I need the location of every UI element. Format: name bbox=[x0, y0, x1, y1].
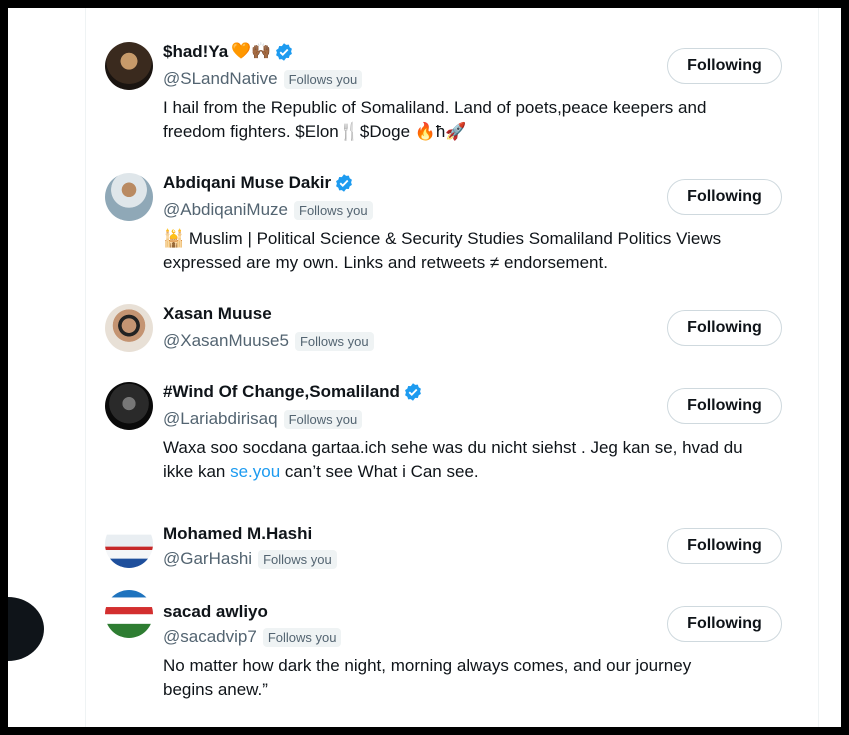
column-border-right bbox=[818, 8, 819, 727]
follows-you-badge: Follows you bbox=[294, 200, 373, 220]
avatar[interactable] bbox=[105, 382, 153, 430]
verified-badge-icon[interactable] bbox=[334, 173, 354, 193]
user-cell[interactable]: $had!Ya 🧡🙌🏾 @SLandNative Follows you I h… bbox=[86, 8, 818, 148]
following-button[interactable]: Following bbox=[667, 606, 782, 642]
follows-you-badge: Follows you bbox=[283, 409, 363, 429]
avatar[interactable] bbox=[105, 520, 153, 568]
user-handle[interactable]: @Lariabdirisaq bbox=[163, 409, 278, 429]
user-bio: Waxa soo socdana gartaa.ich sehe was du … bbox=[163, 436, 788, 484]
following-button[interactable]: Following bbox=[667, 310, 782, 346]
bio-line: begins anew.” bbox=[163, 680, 268, 699]
handle-line: @sacadvip7 Follows you bbox=[163, 627, 342, 647]
user-handle[interactable]: @AbdiqaniMuze bbox=[163, 200, 288, 220]
follows-you-badge: Follows you bbox=[262, 627, 342, 647]
avatar[interactable] bbox=[105, 590, 153, 638]
bio-text: ikke kan bbox=[163, 462, 231, 481]
user-name-line[interactable]: Abdiqani Muse Dakir bbox=[163, 173, 354, 193]
following-button[interactable]: Following bbox=[667, 388, 782, 424]
following-button[interactable]: Following bbox=[667, 179, 782, 215]
handle-line: @Lariabdirisaq Follows you bbox=[163, 409, 363, 429]
user-name[interactable]: Mohamed M.Hashi bbox=[163, 524, 312, 544]
bio-line: ikke kan se.you can’t see What i Can see… bbox=[163, 460, 788, 484]
follows-you-badge: Follows you bbox=[283, 69, 363, 89]
handle-line: @AbdiqaniMuze Follows you bbox=[163, 200, 373, 220]
bio-line: No matter how dark the night, morning al… bbox=[163, 656, 692, 675]
bio-line: expressed are my own. Links and retweets… bbox=[163, 253, 608, 272]
bio-link[interactable]: se.you bbox=[230, 462, 280, 481]
user-name-line[interactable]: #Wind Of Change,Somaliland bbox=[163, 382, 423, 402]
verified-badge-icon[interactable] bbox=[403, 382, 423, 402]
handle-line: @XasanMuuse5 Follows you bbox=[163, 331, 374, 351]
avatar[interactable] bbox=[105, 304, 153, 352]
floating-action-button[interactable] bbox=[8, 597, 44, 661]
avatar[interactable] bbox=[105, 42, 153, 90]
user-bio: No matter how dark the night, morning al… bbox=[163, 654, 753, 702]
bio-line: 🕌 Muslim | Political Science & Security … bbox=[163, 229, 722, 248]
user-name-line[interactable]: Mohamed M.Hashi bbox=[163, 524, 312, 544]
handle-line: @SLandNative Follows you bbox=[163, 69, 363, 89]
follow-list-panel: $had!Ya 🧡🙌🏾 @SLandNative Follows you I h… bbox=[8, 8, 841, 727]
user-name[interactable]: Abdiqani Muse Dakir bbox=[163, 173, 331, 193]
user-cell[interactable]: Abdiqani Muse Dakir @AbdiqaniMuze Follow… bbox=[86, 148, 818, 279]
user-cell[interactable]: #Wind Of Change,Somaliland @Lariabdirisa… bbox=[86, 357, 818, 487]
verified-badge-icon[interactable] bbox=[274, 42, 294, 62]
user-handle[interactable]: @sacadvip7 bbox=[163, 627, 257, 647]
user-name-line[interactable]: $had!Ya 🧡🙌🏾 bbox=[163, 42, 294, 62]
user-cell[interactable]: Xasan Muuse @XasanMuuse5 Follows you Fol… bbox=[86, 279, 818, 357]
user-name-line[interactable]: Xasan Muuse bbox=[163, 304, 272, 324]
follows-you-badge: Follows you bbox=[294, 331, 374, 351]
user-bio: I hail from the Republic of Somaliland. … bbox=[163, 96, 723, 144]
name-emoji: 🧡🙌🏾 bbox=[231, 43, 272, 60]
user-handle[interactable]: @XasanMuuse5 bbox=[163, 331, 289, 351]
bio-line: freedom fighters. $Elon🍴$Doge 🔥ħ🚀 bbox=[163, 122, 467, 141]
user-handle[interactable]: @SLandNative bbox=[163, 69, 278, 89]
user-bio: 🕌 Muslim | Political Science & Security … bbox=[163, 227, 743, 275]
user-name[interactable]: Xasan Muuse bbox=[163, 304, 272, 324]
user-name[interactable]: sacad awliyo bbox=[163, 602, 268, 622]
bio-line: Waxa soo socdana gartaa.ich sehe was du … bbox=[163, 438, 743, 457]
following-button[interactable]: Following bbox=[667, 528, 782, 564]
avatar[interactable] bbox=[105, 173, 153, 221]
bio-line: I hail from the Republic of Somaliland. … bbox=[163, 98, 707, 117]
user-name[interactable]: $had!Ya bbox=[163, 42, 228, 62]
user-name-line[interactable]: sacad awliyo bbox=[163, 602, 268, 622]
user-name[interactable]: #Wind Of Change,Somaliland bbox=[163, 382, 400, 402]
user-cell[interactable]: Mohamed M.Hashi @GarHashi Follows you Fo… bbox=[86, 487, 818, 569]
bio-text: can’t see What i Can see. bbox=[280, 462, 479, 481]
following-button[interactable]: Following bbox=[667, 48, 782, 84]
user-cell[interactable]: sacad awliyo @sacadvip7 Follows you No m… bbox=[86, 565, 818, 727]
